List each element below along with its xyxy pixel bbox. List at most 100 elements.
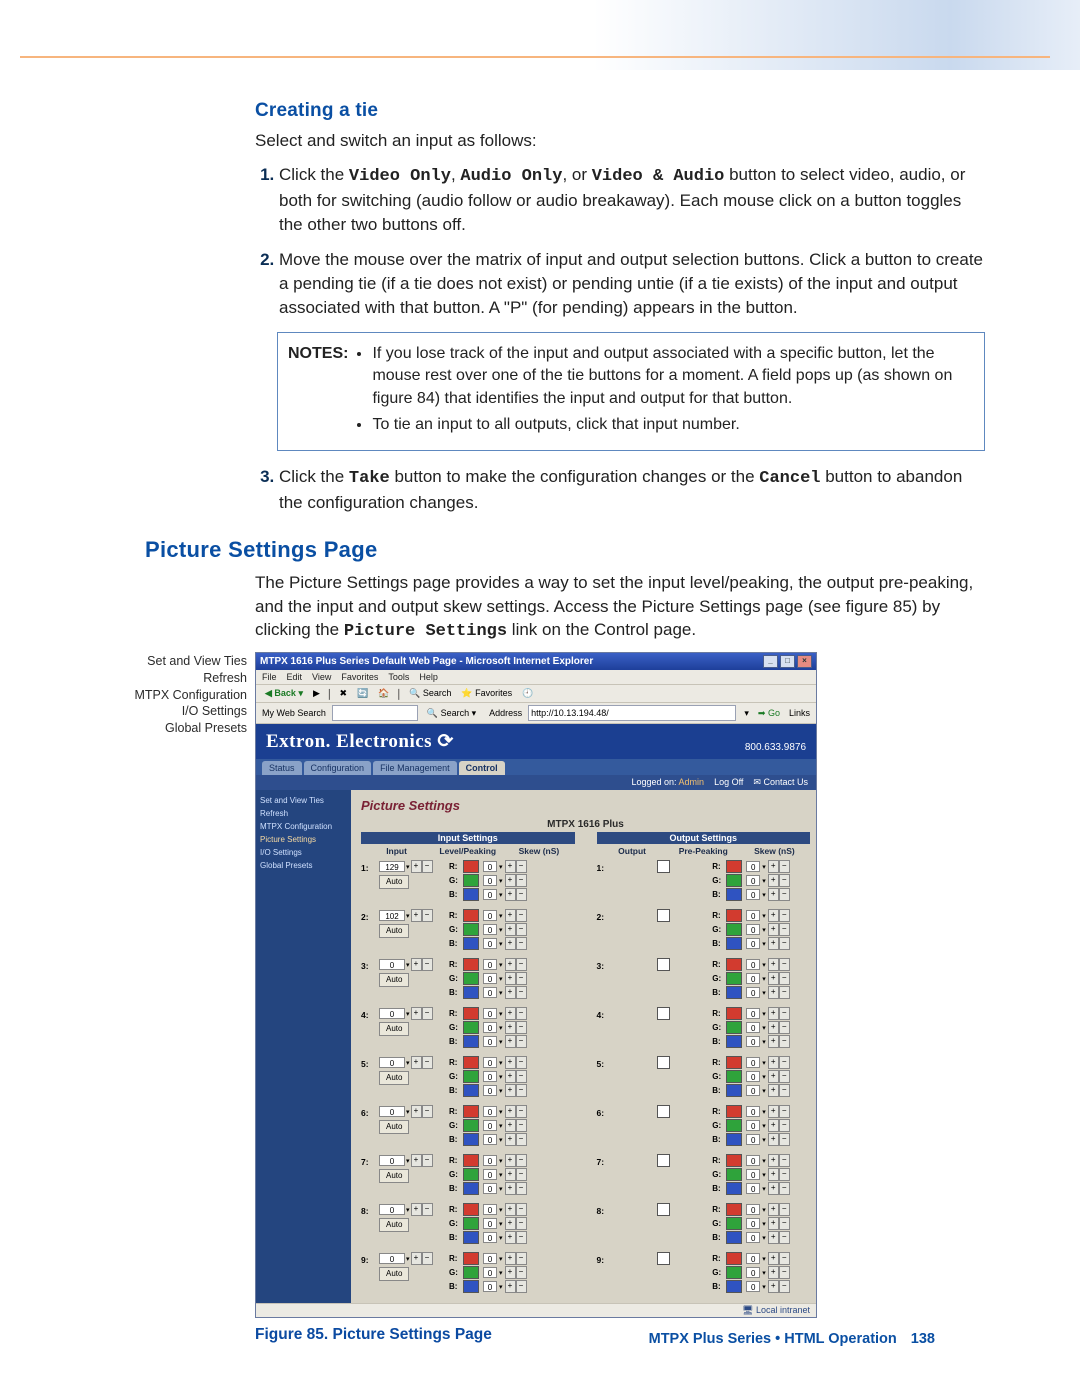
- level-value[interactable]: 0: [379, 1253, 405, 1264]
- skew-up-button[interactable]: +: [505, 937, 516, 950]
- skew-down-button[interactable]: −: [779, 1280, 790, 1293]
- skew-up-button[interactable]: +: [768, 1280, 779, 1293]
- skew-dropdown-icon[interactable]: ▾: [762, 926, 766, 934]
- skew-up-button[interactable]: +: [505, 958, 516, 971]
- skew-value[interactable]: 0: [746, 1204, 760, 1215]
- skew-up-button[interactable]: +: [505, 1105, 516, 1118]
- address-input[interactable]: [528, 705, 736, 721]
- skew-down-button[interactable]: −: [516, 972, 527, 985]
- skew-up-button[interactable]: +: [505, 1035, 516, 1048]
- level-down-button[interactable]: −: [422, 1252, 433, 1265]
- auto-button[interactable]: Auto: [379, 973, 409, 987]
- level-value[interactable]: 0: [379, 1057, 405, 1068]
- address-dropdown-icon[interactable]: ▾: [744, 708, 749, 719]
- skew-up-button[interactable]: +: [768, 860, 779, 873]
- skew-value[interactable]: 0: [746, 1071, 760, 1082]
- skew-dropdown-icon[interactable]: ▾: [762, 1234, 766, 1242]
- skew-dropdown-icon[interactable]: ▾: [762, 1122, 766, 1130]
- skew-up-button[interactable]: +: [768, 1252, 779, 1265]
- skew-value[interactable]: 0: [483, 973, 497, 984]
- skew-value[interactable]: 0: [483, 1071, 497, 1082]
- skew-down-button[interactable]: −: [779, 888, 790, 901]
- auto-button[interactable]: Auto: [379, 1071, 409, 1085]
- skew-down-button[interactable]: −: [516, 860, 527, 873]
- skew-up-button[interactable]: +: [768, 909, 779, 922]
- level-dropdown-icon[interactable]: ▾: [406, 912, 410, 920]
- skew-dropdown-icon[interactable]: ▾: [762, 863, 766, 871]
- skew-value[interactable]: 0: [746, 1134, 760, 1145]
- sidebar-item-io-settings[interactable]: I/O Settings: [260, 848, 347, 857]
- tab-file-management[interactable]: File Management: [373, 761, 457, 775]
- skew-dropdown-icon[interactable]: ▾: [499, 1024, 503, 1032]
- level-value[interactable]: 129: [379, 861, 405, 872]
- skew-dropdown-icon[interactable]: ▾: [499, 1059, 503, 1067]
- skew-down-button[interactable]: −: [779, 1154, 790, 1167]
- skew-dropdown-icon[interactable]: ▾: [499, 1269, 503, 1277]
- menu-tools[interactable]: Tools: [388, 672, 409, 682]
- skew-value[interactable]: 0: [483, 1057, 497, 1068]
- skew-value[interactable]: 0: [483, 959, 497, 970]
- sidebar-item-set-view-ties[interactable]: Set and View Ties: [260, 796, 347, 805]
- skew-down-button[interactable]: −: [516, 1231, 527, 1244]
- skew-up-button[interactable]: +: [505, 1056, 516, 1069]
- skew-down-button[interactable]: −: [779, 923, 790, 936]
- pre-peaking-checkbox[interactable]: [657, 1154, 670, 1167]
- skew-value[interactable]: 0: [483, 1155, 497, 1166]
- skew-dropdown-icon[interactable]: ▾: [762, 975, 766, 983]
- skew-value[interactable]: 0: [483, 1169, 497, 1180]
- skew-up-button[interactable]: +: [768, 1168, 779, 1181]
- skew-dropdown-icon[interactable]: ▾: [762, 891, 766, 899]
- level-value[interactable]: 0: [379, 1008, 405, 1019]
- skew-value[interactable]: 0: [746, 1183, 760, 1194]
- skew-value[interactable]: 0: [483, 1106, 497, 1117]
- skew-dropdown-icon[interactable]: ▾: [499, 1087, 503, 1095]
- skew-value[interactable]: 0: [483, 924, 497, 935]
- skew-value[interactable]: 0: [746, 987, 760, 998]
- skew-value[interactable]: 0: [483, 1253, 497, 1264]
- skew-dropdown-icon[interactable]: ▾: [762, 1108, 766, 1116]
- skew-dropdown-icon[interactable]: ▾: [762, 961, 766, 969]
- skew-down-button[interactable]: −: [516, 1252, 527, 1265]
- skew-value[interactable]: 0: [746, 1218, 760, 1229]
- skew-up-button[interactable]: +: [768, 1105, 779, 1118]
- skew-up-button[interactable]: +: [505, 1168, 516, 1181]
- skew-value[interactable]: 0: [483, 1120, 497, 1131]
- skew-dropdown-icon[interactable]: ▾: [499, 926, 503, 934]
- level-up-button[interactable]: +: [411, 1007, 422, 1020]
- skew-up-button[interactable]: +: [505, 1182, 516, 1195]
- skew-down-button[interactable]: −: [779, 1133, 790, 1146]
- skew-up-button[interactable]: +: [505, 1217, 516, 1230]
- level-up-button[interactable]: +: [411, 909, 422, 922]
- skew-up-button[interactable]: +: [768, 1203, 779, 1216]
- skew-value[interactable]: 0: [483, 861, 497, 872]
- skew-dropdown-icon[interactable]: ▾: [499, 940, 503, 948]
- skew-dropdown-icon[interactable]: ▾: [499, 1108, 503, 1116]
- pre-peaking-checkbox[interactable]: [657, 1105, 670, 1118]
- auto-button[interactable]: Auto: [379, 924, 409, 938]
- skew-up-button[interactable]: +: [505, 1007, 516, 1020]
- level-value[interactable]: 0: [379, 1204, 405, 1215]
- skew-dropdown-icon[interactable]: ▾: [762, 1283, 766, 1291]
- skew-down-button[interactable]: −: [516, 1105, 527, 1118]
- skew-up-button[interactable]: +: [505, 923, 516, 936]
- level-up-button[interactable]: +: [411, 1056, 422, 1069]
- skew-up-button[interactable]: +: [768, 1035, 779, 1048]
- skew-up-button[interactable]: +: [505, 1280, 516, 1293]
- skew-dropdown-icon[interactable]: ▾: [499, 961, 503, 969]
- skew-down-button[interactable]: −: [516, 1266, 527, 1279]
- skew-down-button[interactable]: −: [779, 1021, 790, 1034]
- skew-down-button[interactable]: −: [516, 888, 527, 901]
- skew-dropdown-icon[interactable]: ▾: [499, 912, 503, 920]
- skew-value[interactable]: 0: [746, 1008, 760, 1019]
- skew-down-button[interactable]: −: [516, 1203, 527, 1216]
- skew-down-button[interactable]: −: [779, 986, 790, 999]
- sidebar-item-mtpx-config[interactable]: MTPX Configuration: [260, 822, 347, 831]
- skew-down-button[interactable]: −: [779, 1252, 790, 1265]
- level-value[interactable]: 0: [379, 1155, 405, 1166]
- skew-down-button[interactable]: −: [516, 1182, 527, 1195]
- skew-value[interactable]: 0: [483, 875, 497, 886]
- skew-dropdown-icon[interactable]: ▾: [762, 1206, 766, 1214]
- level-dropdown-icon[interactable]: ▾: [406, 863, 410, 871]
- browser-menubar[interactable]: File Edit View Favorites Tools Help: [256, 670, 816, 685]
- skew-dropdown-icon[interactable]: ▾: [762, 989, 766, 997]
